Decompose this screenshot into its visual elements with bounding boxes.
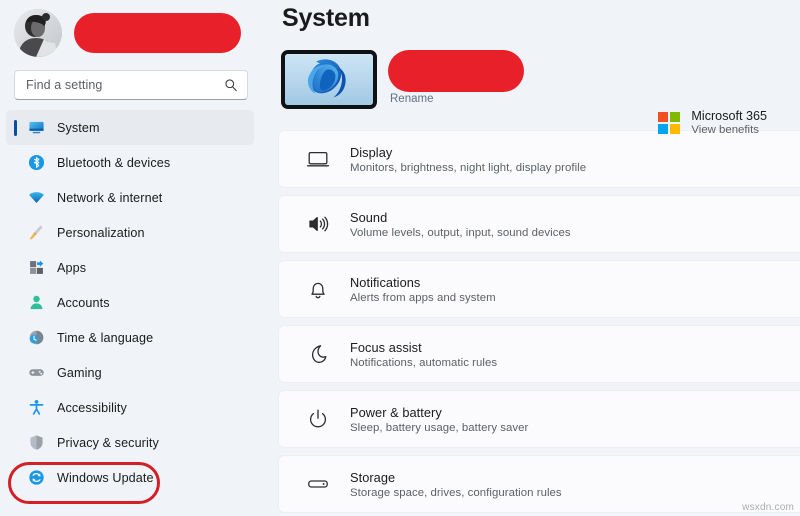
- settings-row-subtitle: Volume levels, output, input, sound devi…: [350, 226, 571, 239]
- settings-row-power-battery[interactable]: Power & battery Sleep, battery usage, ba…: [278, 390, 800, 448]
- rename-link[interactable]: Rename: [388, 93, 524, 105]
- page-title: System: [282, 4, 370, 32]
- wifi-icon: [28, 189, 45, 206]
- sidebar-item-apps[interactable]: Apps: [6, 250, 254, 285]
- settings-row-text: Focus assist Notifications, automatic ru…: [350, 340, 497, 369]
- settings-row-focus-assist[interactable]: Focus assist Notifications, automatic ru…: [278, 325, 800, 383]
- settings-row-text: Sound Volume levels, output, input, soun…: [350, 210, 571, 239]
- sidebar-item-label: Gaming: [57, 365, 102, 380]
- microsoft365-title: Microsoft 365: [691, 109, 767, 123]
- settings-row-text: Notifications Alerts from apps and syste…: [350, 275, 496, 304]
- account-name-redaction: [74, 13, 241, 53]
- sidebar-item-label: Time & language: [57, 330, 154, 345]
- shield-icon: [28, 434, 45, 451]
- settings-row-title: Sound: [350, 209, 388, 225]
- person-icon: [28, 294, 45, 311]
- settings-row-sound[interactable]: Sound Volume levels, output, input, soun…: [278, 195, 800, 253]
- microsoft365-text: Microsoft 365 View benefits: [691, 109, 767, 136]
- sidebar-item-label: Network & internet: [57, 190, 163, 205]
- settings-row-subtitle: Storage space, drives, configuration rul…: [350, 486, 562, 499]
- sidebar-item-label: Privacy & security: [57, 435, 159, 450]
- monitor-outline-icon: [306, 147, 330, 171]
- settings-row-title: Focus assist: [350, 339, 422, 355]
- device-meta: Rename: [388, 50, 524, 105]
- sidebar-item-label: Accessibility: [57, 400, 127, 415]
- sidebar-item-accessibility[interactable]: Accessibility: [6, 390, 254, 425]
- drive-icon: [306, 472, 330, 496]
- sidebar-nav: System Bluetooth & devices Network & int…: [0, 110, 262, 495]
- speaker-icon: [306, 212, 330, 236]
- accessibility-icon: [28, 399, 45, 416]
- settings-row-notifications[interactable]: Notifications Alerts from apps and syste…: [278, 260, 800, 318]
- bell-icon: [306, 277, 330, 301]
- sidebar-item-privacy-security[interactable]: Privacy & security: [6, 425, 254, 460]
- settings-list: Display Monitors, brightness, night ligh…: [278, 130, 800, 513]
- sidebar-item-network-internet[interactable]: Network & internet: [6, 180, 254, 215]
- watermark: wsxdn.com: [742, 502, 794, 513]
- settings-window: Find a setting System Bluetooth & device…: [0, 0, 800, 516]
- view-benefits-link[interactable]: View benefits: [691, 124, 767, 136]
- settings-row-title: Storage: [350, 469, 396, 485]
- brush-icon: [28, 224, 45, 241]
- sidebar-item-label: Apps: [57, 260, 87, 275]
- settings-row-subtitle: Monitors, brightness, night light, displ…: [350, 161, 587, 174]
- account-header[interactable]: [0, 2, 262, 58]
- settings-row-text: Power & battery Sleep, battery usage, ba…: [350, 405, 528, 434]
- settings-row-display[interactable]: Display Monitors, brightness, night ligh…: [278, 130, 800, 188]
- device-summary: Rename Microsoft 365 View benefits: [278, 50, 800, 136]
- sidebar-item-accounts[interactable]: Accounts: [6, 285, 254, 320]
- settings-row-text: Display Monitors, brightness, night ligh…: [350, 145, 586, 174]
- update-icon: [28, 469, 45, 486]
- sidebar-item-time-language[interactable]: Time & language: [6, 320, 254, 355]
- sidebar-item-label: Accounts: [57, 295, 110, 310]
- sidebar-item-bluetooth-devices[interactable]: Bluetooth & devices: [6, 145, 254, 180]
- device-thumbnail: [281, 50, 377, 109]
- search-placeholder: Find a setting: [26, 77, 103, 92]
- sidebar-item-label: Windows Update: [57, 470, 154, 485]
- settings-row-subtitle: Alerts from apps and system: [350, 291, 496, 304]
- sidebar-item-gaming[interactable]: Gaming: [6, 355, 254, 390]
- moon-icon: [306, 342, 330, 366]
- bluetooth-icon: [28, 154, 45, 171]
- settings-row-storage[interactable]: Storage Storage space, drives, configura…: [278, 455, 800, 513]
- search-input[interactable]: Find a setting: [14, 70, 248, 100]
- microsoft365-banner[interactable]: Microsoft 365 View benefits: [658, 109, 767, 136]
- search-container: Find a setting: [0, 58, 262, 100]
- avatar[interactable]: [14, 9, 62, 57]
- content-area: System Rename Microsoft 365 View benefit…: [262, 0, 800, 516]
- settings-row-title: Power & battery: [350, 404, 442, 420]
- settings-row-title: Display: [350, 144, 393, 160]
- sidebar: Find a setting System Bluetooth & device…: [0, 0, 262, 516]
- clock-globe-icon: [28, 329, 45, 346]
- microsoft-logo-icon: [658, 111, 681, 134]
- settings-row-title: Notifications: [350, 274, 421, 290]
- settings-row-subtitle: Notifications, automatic rules: [350, 356, 498, 369]
- apps-icon: [28, 259, 45, 276]
- sidebar-item-personalization[interactable]: Personalization: [6, 215, 254, 250]
- sidebar-item-windows-update[interactable]: Windows Update: [6, 460, 254, 495]
- monitor-icon: [28, 119, 45, 136]
- search-icon[interactable]: [224, 78, 238, 92]
- sidebar-item-label: Bluetooth & devices: [57, 155, 171, 170]
- sidebar-item-system[interactable]: System: [6, 110, 254, 145]
- sidebar-item-label: Personalization: [57, 225, 145, 240]
- device-name-redaction: [388, 50, 524, 92]
- settings-row-subtitle: Sleep, battery usage, battery saver: [350, 421, 529, 434]
- gamepad-icon: [28, 364, 45, 381]
- power-icon: [306, 407, 330, 431]
- settings-row-text: Storage Storage space, drives, configura…: [350, 470, 562, 499]
- sidebar-item-label: System: [57, 120, 100, 135]
